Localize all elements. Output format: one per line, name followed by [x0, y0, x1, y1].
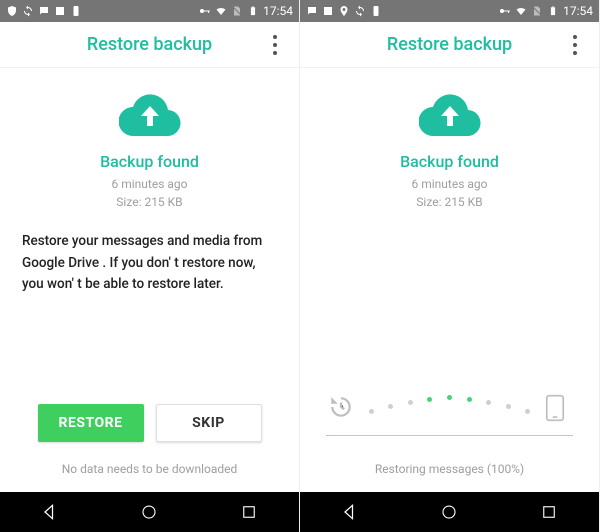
phone-screen-prompt: 17:54 Restore backup Backup found 6 minu… — [0, 0, 300, 532]
battery-icon — [547, 5, 559, 17]
status-bar: 17:54 — [300, 0, 599, 22]
wifi-icon — [215, 5, 227, 17]
nav-recent-button[interactable] — [229, 492, 269, 532]
more-vert-icon — [573, 33, 577, 57]
history-icon — [328, 394, 354, 420]
restore-progress-animation — [328, 394, 571, 420]
battery-icon — [247, 5, 259, 17]
sync-icon — [354, 5, 366, 17]
cloud-upload-icon — [119, 92, 181, 136]
wifi-icon — [515, 5, 527, 17]
app-header: Restore backup — [300, 22, 599, 68]
restore-button[interactable]: RESTORE — [38, 404, 144, 442]
vpn-key-icon — [199, 5, 211, 17]
download-footnote: No data needs to be downloaded — [0, 462, 299, 476]
overflow-menu-button[interactable] — [555, 22, 595, 68]
restore-description: Restore your messages and media from Goo… — [20, 231, 279, 296]
phone-notif-icon — [70, 5, 82, 17]
location-icon — [338, 5, 350, 17]
backup-meta: 6 minutes ago Size: 215 KB — [112, 175, 188, 211]
chat-icon — [38, 5, 50, 17]
backup-size: Size: 215 KB — [116, 195, 182, 209]
nav-back-button[interactable] — [30, 492, 70, 532]
system-nav-bar — [300, 492, 599, 532]
status-time: 17:54 — [263, 4, 293, 18]
backup-meta: 6 minutes ago Size: 215 KB — [412, 175, 488, 211]
action-buttons: RESTORE SKIP — [0, 404, 299, 442]
chat-icon — [306, 5, 318, 17]
system-nav-bar — [0, 492, 299, 532]
nav-back-button[interactable] — [330, 492, 370, 532]
no-sim-icon — [531, 5, 543, 17]
overflow-menu-button[interactable] — [255, 22, 295, 68]
status-bar: 17:54 — [0, 0, 299, 22]
nav-recent-button[interactable] — [529, 492, 569, 532]
shield-icon — [6, 5, 18, 17]
page-title: Restore backup — [87, 34, 212, 55]
backup-age: 6 minutes ago — [112, 177, 188, 191]
content-area: Backup found 6 minutes ago Size: 215 KB … — [0, 68, 299, 492]
progress-underline — [326, 435, 573, 436]
backup-found-label: Backup found — [100, 152, 199, 171]
restore-status: Restoring messages (100%) — [300, 462, 599, 476]
image-icon — [54, 5, 66, 17]
nav-home-button[interactable] — [129, 492, 169, 532]
image-icon — [322, 5, 334, 17]
cloud-upload-icon — [419, 92, 481, 136]
status-time: 17:54 — [563, 4, 593, 18]
vpn-key-icon — [499, 5, 511, 17]
app-header: Restore backup — [0, 22, 299, 68]
more-vert-icon — [273, 33, 277, 57]
phone-screen-progress: 17:54 Restore backup Backup found 6 minu… — [300, 0, 600, 532]
phone-icon — [545, 394, 571, 420]
progress-dots — [354, 395, 545, 419]
backup-age: 6 minutes ago — [412, 177, 488, 191]
backup-found-label: Backup found — [400, 152, 499, 171]
nav-home-button[interactable] — [429, 492, 469, 532]
skip-button[interactable]: SKIP — [156, 404, 262, 442]
phone-notif-icon — [370, 5, 382, 17]
backup-size: Size: 215 KB — [416, 195, 482, 209]
page-title: Restore backup — [387, 34, 512, 55]
sync-icon — [22, 5, 34, 17]
no-sim-icon — [231, 5, 243, 17]
content-area: Backup found 6 minutes ago Size: 215 KB — [300, 68, 599, 492]
